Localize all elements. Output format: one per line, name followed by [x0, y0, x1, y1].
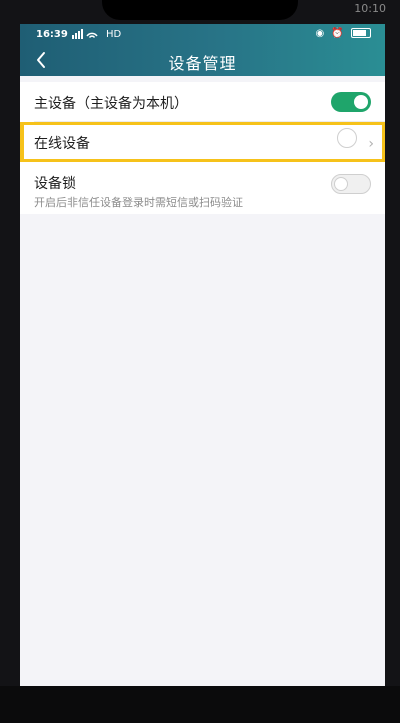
device-lock-label: 设备锁 — [34, 176, 76, 192]
signal-icon — [72, 29, 98, 42]
network-type: HD — [106, 29, 122, 40]
online-devices-row[interactable]: 在线设备 › — [20, 122, 385, 162]
app-header: 16:39 HD ◉ ⏰ 设备管理 — [20, 24, 385, 76]
nav-bar: 设备管理 — [20, 46, 385, 76]
status-bar: 16:39 HD ◉ ⏰ — [20, 24, 385, 46]
primary-device-row: 主设备（主设备为本机） — [20, 82, 385, 122]
page-title: 设备管理 — [168, 54, 237, 73]
battery-icon — [351, 28, 371, 38]
toggle-knob — [334, 177, 348, 191]
settings-list: 主设备（主设备为本机） 在线设备 › 设备锁 开启后非信任设备登录时需短信或扫码… — [20, 82, 385, 214]
hardware-clock: 10:10 — [354, 2, 386, 15]
camera-notch — [102, 0, 298, 20]
toggle-knob — [354, 95, 368, 109]
chevron-right-icon: › — [368, 136, 374, 152]
device-lock-description: 开启后非信任设备登录时需短信或扫码验证 — [34, 196, 243, 209]
status-icons: ◉ ⏰ — [311, 28, 371, 39]
app-screen: 16:39 HD ◉ ⏰ 设备管理 主设备（主设备为本机） 在线设备 › 设备锁… — [20, 24, 385, 686]
mute-icon: ◉ — [315, 28, 325, 39]
primary-device-label: 主设备（主设备为本机） — [34, 96, 188, 112]
alarm-icon: ⏰ — [331, 28, 344, 39]
ghost-toggle-knob — [337, 128, 357, 148]
primary-device-toggle[interactable] — [331, 92, 371, 112]
online-devices-label: 在线设备 — [34, 136, 90, 152]
device-lock-row: 设备锁 开启后非信任设备登录时需短信或扫码验证 — [20, 162, 385, 214]
bottom-bezel — [0, 686, 400, 723]
phone-frame: 10:10 16:39 HD ◉ ⏰ 设备管理 主设备（主设备为本机） 在线设备… — [0, 0, 400, 723]
status-time: 16:39 — [36, 29, 68, 40]
device-lock-toggle[interactable] — [331, 174, 371, 194]
